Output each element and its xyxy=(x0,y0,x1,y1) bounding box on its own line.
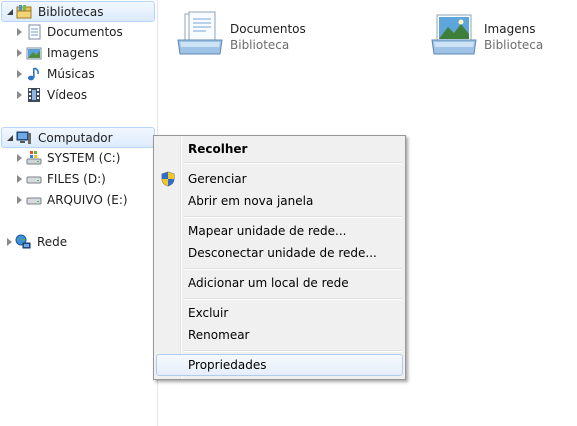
nav-item-drive-c[interactable]: SYSTEM (C:) xyxy=(1,148,155,169)
menu-item-properties[interactable]: Propriedades xyxy=(156,354,403,376)
nav-label: Rede xyxy=(37,235,68,249)
hard-drive-icon xyxy=(26,176,42,184)
menu-separator xyxy=(184,216,402,218)
menu-item-label: Adicionar um local de rede xyxy=(188,276,349,290)
menu-separator xyxy=(184,162,402,164)
navigation-pane: Bibliotecas Documentos Imagens Músicas V… xyxy=(0,0,158,426)
menu-separator xyxy=(184,268,402,270)
nav-label: FILES (D:) xyxy=(47,172,106,186)
nav-item-network[interactable]: Rede xyxy=(1,232,155,253)
pictures-library-icon xyxy=(431,14,477,55)
documents-icon xyxy=(28,24,41,40)
nav-label: Bibliotecas xyxy=(38,5,104,19)
menu-item-open-new-window[interactable]: Abrir em nova janela xyxy=(156,190,403,212)
menu-item-label: Mapear unidade de rede... xyxy=(188,224,347,238)
menu-separator xyxy=(184,350,402,352)
nav-label: Imagens xyxy=(47,46,99,60)
item-type: Biblioteca xyxy=(484,38,544,52)
film-strip-icon xyxy=(28,88,40,102)
item-name: Documentos xyxy=(230,22,306,36)
nav-label: Músicas xyxy=(47,67,95,81)
nav-label: Computador xyxy=(38,131,113,145)
nav-item-libraries[interactable]: Bibliotecas xyxy=(1,1,155,22)
menu-separator xyxy=(184,298,402,300)
library-tile-documents[interactable]: Documentos Biblioteca xyxy=(176,4,346,55)
menu-item-collapse[interactable]: Recolher xyxy=(156,138,403,160)
expand-arrow-icon[interactable] xyxy=(17,70,22,78)
hard-drive-icon xyxy=(26,197,42,205)
nav-item-drive-e[interactable]: ARQUIVO (E:) xyxy=(1,190,155,211)
system-drive-icon xyxy=(26,151,42,165)
expand-arrow-icon[interactable] xyxy=(7,135,13,141)
shield-icon xyxy=(161,171,175,187)
menu-item-label: Excluir xyxy=(188,306,229,320)
nav-item-music[interactable]: Músicas xyxy=(1,64,155,85)
nav-label: SYSTEM (C:) xyxy=(47,151,121,165)
expand-arrow-icon[interactable] xyxy=(7,9,13,15)
expand-arrow-icon[interactable] xyxy=(17,175,22,183)
menu-item-manage[interactable]: Gerenciar xyxy=(156,168,403,190)
item-type: Biblioteca xyxy=(230,38,290,52)
expand-arrow-icon[interactable] xyxy=(17,49,22,57)
computer-icon xyxy=(16,131,31,144)
nav-item-drive-d[interactable]: FILES (D:) xyxy=(1,169,155,190)
nav-label: Vídeos xyxy=(47,88,88,102)
menu-item-label: Desconectar unidade de rede... xyxy=(188,246,377,260)
nav-item-videos[interactable]: Vídeos xyxy=(1,85,155,106)
network-globe-icon xyxy=(15,234,31,249)
menu-item-label: Propriedades xyxy=(188,358,267,372)
expand-arrow-icon[interactable] xyxy=(17,28,22,36)
menu-item-map-network-drive[interactable]: Mapear unidade de rede... xyxy=(156,220,403,242)
nav-label: ARQUIVO (E:) xyxy=(47,193,128,207)
libraries-icon xyxy=(16,5,32,19)
menu-item-label: Recolher xyxy=(188,142,248,156)
menu-item-label: Abrir em nova janela xyxy=(188,194,314,208)
menu-item-label: Renomear xyxy=(188,328,250,342)
nav-item-documents[interactable]: Documentos xyxy=(1,22,155,43)
context-menu: Recolher Gerenciar Abrir em nova janela … xyxy=(153,135,406,380)
music-note-icon xyxy=(28,67,39,81)
expand-arrow-icon[interactable] xyxy=(17,91,22,99)
pictures-icon xyxy=(26,47,42,60)
library-tile-pictures[interactable]: Imagens Biblioteca xyxy=(430,4,570,55)
expand-arrow-icon[interactable] xyxy=(17,196,22,204)
expand-arrow-icon[interactable] xyxy=(7,238,12,246)
item-name: Imagens xyxy=(484,22,536,36)
menu-item-disconnect-network-drive[interactable]: Desconectar unidade de rede... xyxy=(156,242,403,264)
expand-arrow-icon[interactable] xyxy=(17,154,22,162)
menu-item-add-network-location[interactable]: Adicionar um local de rede xyxy=(156,272,403,294)
nav-label: Documentos xyxy=(47,25,123,39)
menu-item-label: Gerenciar xyxy=(188,172,247,186)
menu-item-rename[interactable]: Renomear xyxy=(156,324,403,346)
nav-item-pictures[interactable]: Imagens xyxy=(1,43,155,64)
menu-item-delete[interactable]: Excluir xyxy=(156,302,403,324)
documents-library-icon xyxy=(177,11,223,55)
nav-item-computer[interactable]: Computador xyxy=(1,127,155,148)
